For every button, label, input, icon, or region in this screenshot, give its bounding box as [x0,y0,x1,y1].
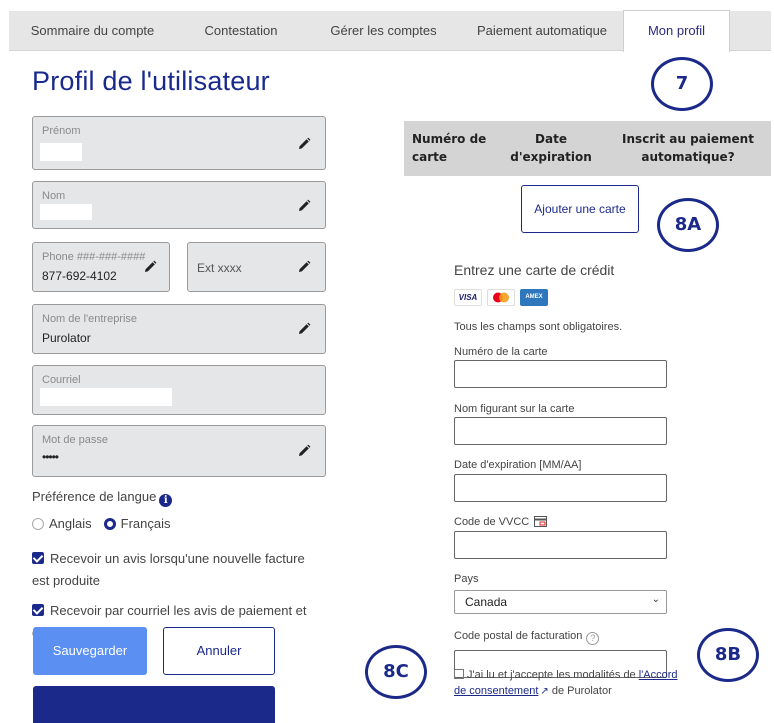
consent-suffix: de Purolator [548,685,612,697]
radio-french[interactable] [103,517,116,530]
external-link-icon: ↗ [540,686,549,697]
consent-checkbox[interactable] [454,669,464,679]
password-value: ••••• [42,450,59,464]
ext-label: Ext xxxx [197,261,242,275]
ext-field[interactable]: Ext xxxx [187,242,326,292]
radio-english[interactable] [32,517,44,530]
country-selected-value: Canada [465,595,508,609]
consent-prefix: J'ai lu et j'accepte les modalités de [467,669,639,681]
first-name-field[interactable]: Prénom [32,116,326,170]
company-value: Purolator [42,331,91,345]
password-label: Mot de passe [42,434,109,446]
last-name-label: Nom [42,190,66,202]
email-field[interactable]: Courriel [32,365,326,415]
expiry-input[interactable] [454,474,667,502]
pencil-icon[interactable] [297,260,311,274]
pencil-icon[interactable] [297,137,311,151]
tab-dispute[interactable]: Contestation [176,11,306,51]
mastercard-icon [487,289,515,306]
cancel-button[interactable]: Annuler [163,627,275,675]
step-marker-8a: 8A [657,198,719,252]
card-number-label: Numéro de la carte [454,346,548,358]
pencil-icon[interactable] [143,260,157,274]
cvv-card-icon [534,516,548,530]
language-title: Préférence de langue [32,489,157,504]
language-preference: Préférence de langue i [32,489,173,507]
save-button[interactable]: Sauvegarder [33,627,147,675]
cvv-label-row: Code de VVCC [454,516,548,530]
info-icon[interactable]: i [159,494,173,507]
pencil-icon[interactable] [297,444,311,458]
password-field[interactable]: Mot de passe ••••• [32,425,326,477]
radio-french-label: Français [120,516,171,531]
tab-autopay[interactable]: Paiement automatique [461,11,623,51]
cardholder-name-input[interactable] [454,417,667,445]
header-expiry: Date d'expiration [510,132,592,164]
first-name-label: Prénom [42,125,81,137]
phone-label: Phone ###-###-#### [42,251,146,263]
postal-label: Code postal de facturation [454,630,583,642]
amex-text: AMEX [525,294,543,300]
postal-label-row: Code postal de facturation? [454,630,600,645]
header-autopay: Inscrit au paiement automatique? [622,132,754,164]
company-label: Nom de l'entreprise [42,313,138,325]
visa-icon: VISA [454,289,482,306]
language-radio-group: Anglais Français [32,516,171,531]
expiry-label: Date d'expiration [MM/AA] [454,459,582,471]
help-icon[interactable]: ? [586,632,600,645]
visa-text: VISA [458,293,478,302]
consent-checkbox-row[interactable]: J'ai lu et j'accepte les modalités de l'… [454,667,684,700]
email-label: Courriel [42,374,81,386]
tab-my-profile[interactable]: Mon profil [623,10,730,52]
step-marker-8c: 8C [365,645,427,699]
redacted-value [40,388,172,406]
country-select[interactable]: Canada ⌄ [454,590,667,614]
phone-field[interactable]: Phone ###-###-#### 877-692-4102 [32,242,170,292]
radio-english-label: Anglais [49,516,92,531]
redacted-value [40,143,82,161]
chevron-down-icon: ⌄ [651,594,660,605]
payment-checkbox[interactable] [32,604,44,616]
dark-button[interactable] [33,686,275,723]
pencil-icon[interactable] [297,199,311,213]
card-table-header: Numéro de carte Date d'expiration Inscri… [404,121,771,176]
step-marker-7: 7 [651,57,713,111]
tab-account-summary[interactable]: Sommaire du compte [9,11,176,51]
card-number-input[interactable] [454,360,667,388]
invoice-notification-label: Recevoir un avis lorsqu'une nouvelle fac… [32,551,305,588]
page-title: Profil de l'utilisateur [32,66,270,96]
company-field[interactable]: Nom de l'entreprise Purolator [32,304,326,354]
redacted-value [40,204,92,220]
step-marker-8b: 8B [697,628,759,682]
country-label: Pays [454,573,479,585]
tab-bar: Sommaire du compte Contestation Gérer le… [9,10,771,52]
add-card-button[interactable]: Ajouter une carte [521,185,639,233]
required-note: Tous les champs sont obligatoires. [454,321,623,333]
phone-value: 877-692-4102 [42,269,117,283]
pencil-icon[interactable] [297,322,311,336]
cardholder-name-label: Nom figurant sur la carte [454,403,575,415]
credit-card-title: Entrez une carte de crédit [454,262,615,278]
amex-icon: AMEX [520,289,548,306]
invoice-notification-option[interactable]: Recevoir un avis lorsqu'une nouvelle fac… [32,548,312,592]
invoice-checkbox[interactable] [32,552,44,564]
last-name-field[interactable]: Nom [32,181,326,229]
cvv-label: Code de VVCC [454,516,530,528]
tab-manage-accounts[interactable]: Gérer les comptes [306,11,461,51]
header-card-number: Numéro de carte [412,132,487,164]
cvv-input[interactable] [454,531,667,559]
